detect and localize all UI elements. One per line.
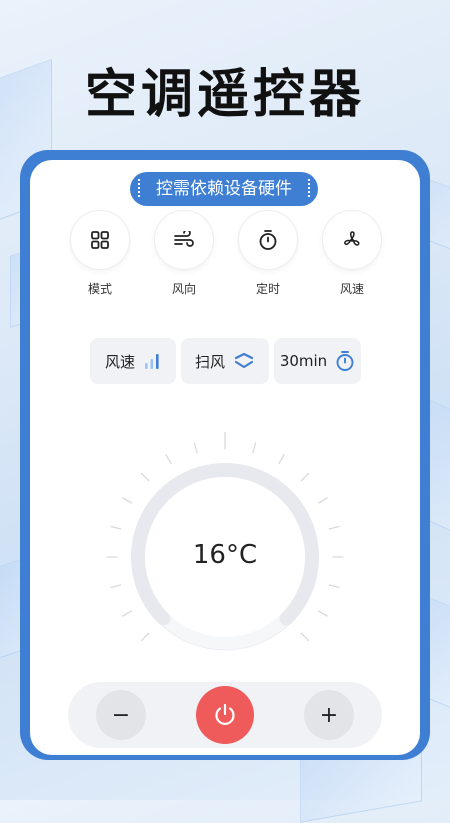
function-buttons: 模式 风向 定时 风速 [70, 210, 382, 300]
temperature-readout: 16°C [192, 540, 258, 570]
dial-tick [317, 610, 328, 617]
signal-bars-icon [143, 351, 161, 371]
wind-direction-label: 风向 [171, 282, 196, 296]
mode-label: 模式 [87, 282, 112, 296]
wind-icon [154, 210, 214, 270]
timer-icon [238, 210, 298, 270]
fan-icon [322, 210, 382, 270]
dial-tick [140, 472, 150, 482]
dial-tick [328, 525, 340, 530]
swing-status-label: 扫风 [194, 352, 225, 371]
dial-tick [110, 584, 122, 589]
remote-panel: 控需依赖设备硬件 模式 风向 定时 风速 风速 扫风 30min 16°C − … [30, 160, 420, 755]
power-icon [215, 703, 235, 725]
increase-temp-button[interactable]: + [304, 690, 354, 740]
temperature-dial[interactable]: 16°C [100, 431, 350, 682]
dial-tick [110, 525, 122, 530]
dial-tick [193, 442, 198, 454]
swing-status-chip: 扫风 [181, 338, 269, 384]
dial-tick [252, 442, 257, 454]
stopwatch-icon [335, 350, 355, 372]
fan-speed-status-chip: 风速 [90, 338, 176, 384]
dial-tick [278, 454, 285, 465]
mode-button[interactable]: 模式 [70, 210, 130, 297]
page-title: 空调遥控器 [84, 65, 365, 125]
dial-tick [300, 472, 310, 482]
hardware-notice-marquee: 控需依赖设备硬件 [130, 172, 318, 206]
fan-speed-status-label: 风速 [104, 352, 135, 371]
timer-status-chip: 30min [274, 338, 361, 384]
grid-icon [70, 210, 130, 270]
fan-speed-button[interactable]: 风速 [322, 210, 382, 297]
timer-button[interactable]: 定时 [238, 210, 298, 297]
dial-tick [300, 632, 310, 642]
swing-arrows-icon [233, 351, 255, 371]
dial-tick [122, 610, 133, 617]
decrease-temp-button[interactable]: − [96, 690, 146, 740]
fan-speed-label: 风速 [339, 282, 364, 296]
dial-tick [165, 454, 172, 465]
power-button[interactable] [196, 686, 254, 744]
control-bar: − + [68, 682, 382, 748]
dial-tick [328, 584, 340, 589]
wind-direction-button[interactable]: 风向 [154, 210, 214, 297]
timer-status-label: 30min [279, 352, 328, 370]
dial-tick [140, 632, 150, 642]
dial-tick [122, 497, 133, 504]
dial-tick [317, 497, 328, 504]
timer-label: 定时 [255, 282, 280, 296]
